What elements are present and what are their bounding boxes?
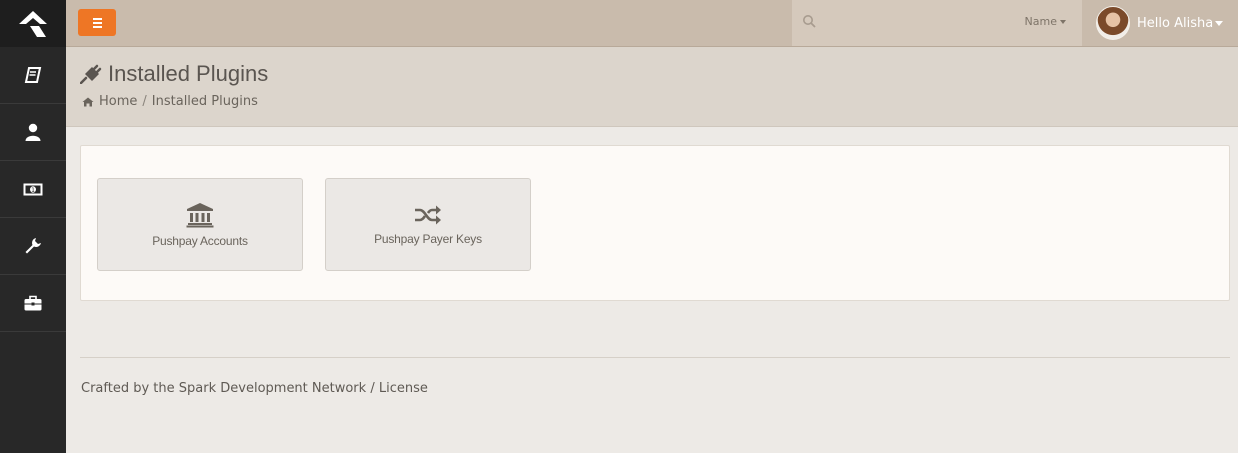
- footer: Crafted by the Spark Development Network…: [81, 381, 428, 396]
- page-title-text: Installed Plugins: [108, 61, 269, 86]
- sidebar-item-finance[interactable]: 1: [0, 161, 66, 218]
- footer-org-link[interactable]: Spark Development Network: [179, 381, 366, 396]
- search-filter-label: Name: [1024, 15, 1057, 28]
- chevron-down-icon: [1060, 20, 1066, 24]
- breadcrumb-current: Installed Plugins: [151, 94, 258, 109]
- menu-bar: [92, 17, 102, 20]
- sidebar-item-books[interactable]: [0, 47, 66, 104]
- breadcrumb: Home / Installed Plugins: [82, 94, 258, 109]
- plug-icon: [80, 64, 102, 84]
- search-icon: [803, 15, 816, 28]
- page-title: Installed Plugins: [80, 61, 268, 87]
- footer-divider: [80, 357, 1230, 358]
- tile-pushpay-accounts[interactable]: Pushpay Accounts: [97, 178, 303, 271]
- money-icon: 1: [23, 183, 43, 195]
- footer-separator: /: [370, 381, 375, 396]
- tile-label: Pushpay Accounts: [152, 233, 248, 248]
- tile-label: Pushpay Payer Keys: [374, 231, 482, 246]
- footer-prefix: Crafted by the: [81, 381, 175, 396]
- tile-pushpay-payer-keys[interactable]: Pushpay Payer Keys: [325, 178, 531, 271]
- search-input[interactable]: Name: [792, 0, 1082, 46]
- user-greeting-text: Hello Alisha: [1137, 15, 1214, 31]
- shuffle-icon: [415, 205, 441, 224]
- menu-bar: [92, 21, 102, 24]
- breadcrumb-home[interactable]: Home: [99, 94, 137, 109]
- sidebar-item-people[interactable]: [0, 104, 66, 161]
- sidebar-item-tools[interactable]: [0, 275, 66, 332]
- top-bar: Name Hello Alisha: [66, 0, 1238, 47]
- breadcrumb-separator: /: [142, 94, 147, 109]
- menu-bar: [92, 25, 102, 28]
- bank-icon: [186, 202, 214, 227]
- sidebar-item-admin-tools[interactable]: [0, 218, 66, 275]
- user-greeting: Hello Alisha: [1137, 15, 1224, 31]
- svg-text:1: 1: [31, 187, 35, 194]
- home-icon: [82, 97, 94, 106]
- wrench-icon: [25, 238, 41, 254]
- search-filter-dropdown[interactable]: Name: [1025, 15, 1066, 28]
- footer-license-link[interactable]: License: [379, 381, 428, 396]
- menu-toggle-button[interactable]: [78, 9, 116, 36]
- user-icon: [25, 123, 41, 141]
- user-menu[interactable]: Hello Alisha: [1096, 0, 1224, 46]
- rock-logo[interactable]: [0, 0, 66, 47]
- briefcase-icon: [24, 295, 42, 311]
- rock-logo-icon: [19, 10, 47, 37]
- avatar: [1096, 6, 1130, 40]
- page-header: Installed Plugins Home / Installed Plugi…: [66, 47, 1238, 127]
- chevron-down-icon: [1215, 20, 1224, 26]
- sidebar: 1: [0, 0, 66, 453]
- book-icon: [24, 67, 42, 83]
- plugins-panel: Pushpay Accounts Pushpay Payer Keys: [80, 145, 1230, 301]
